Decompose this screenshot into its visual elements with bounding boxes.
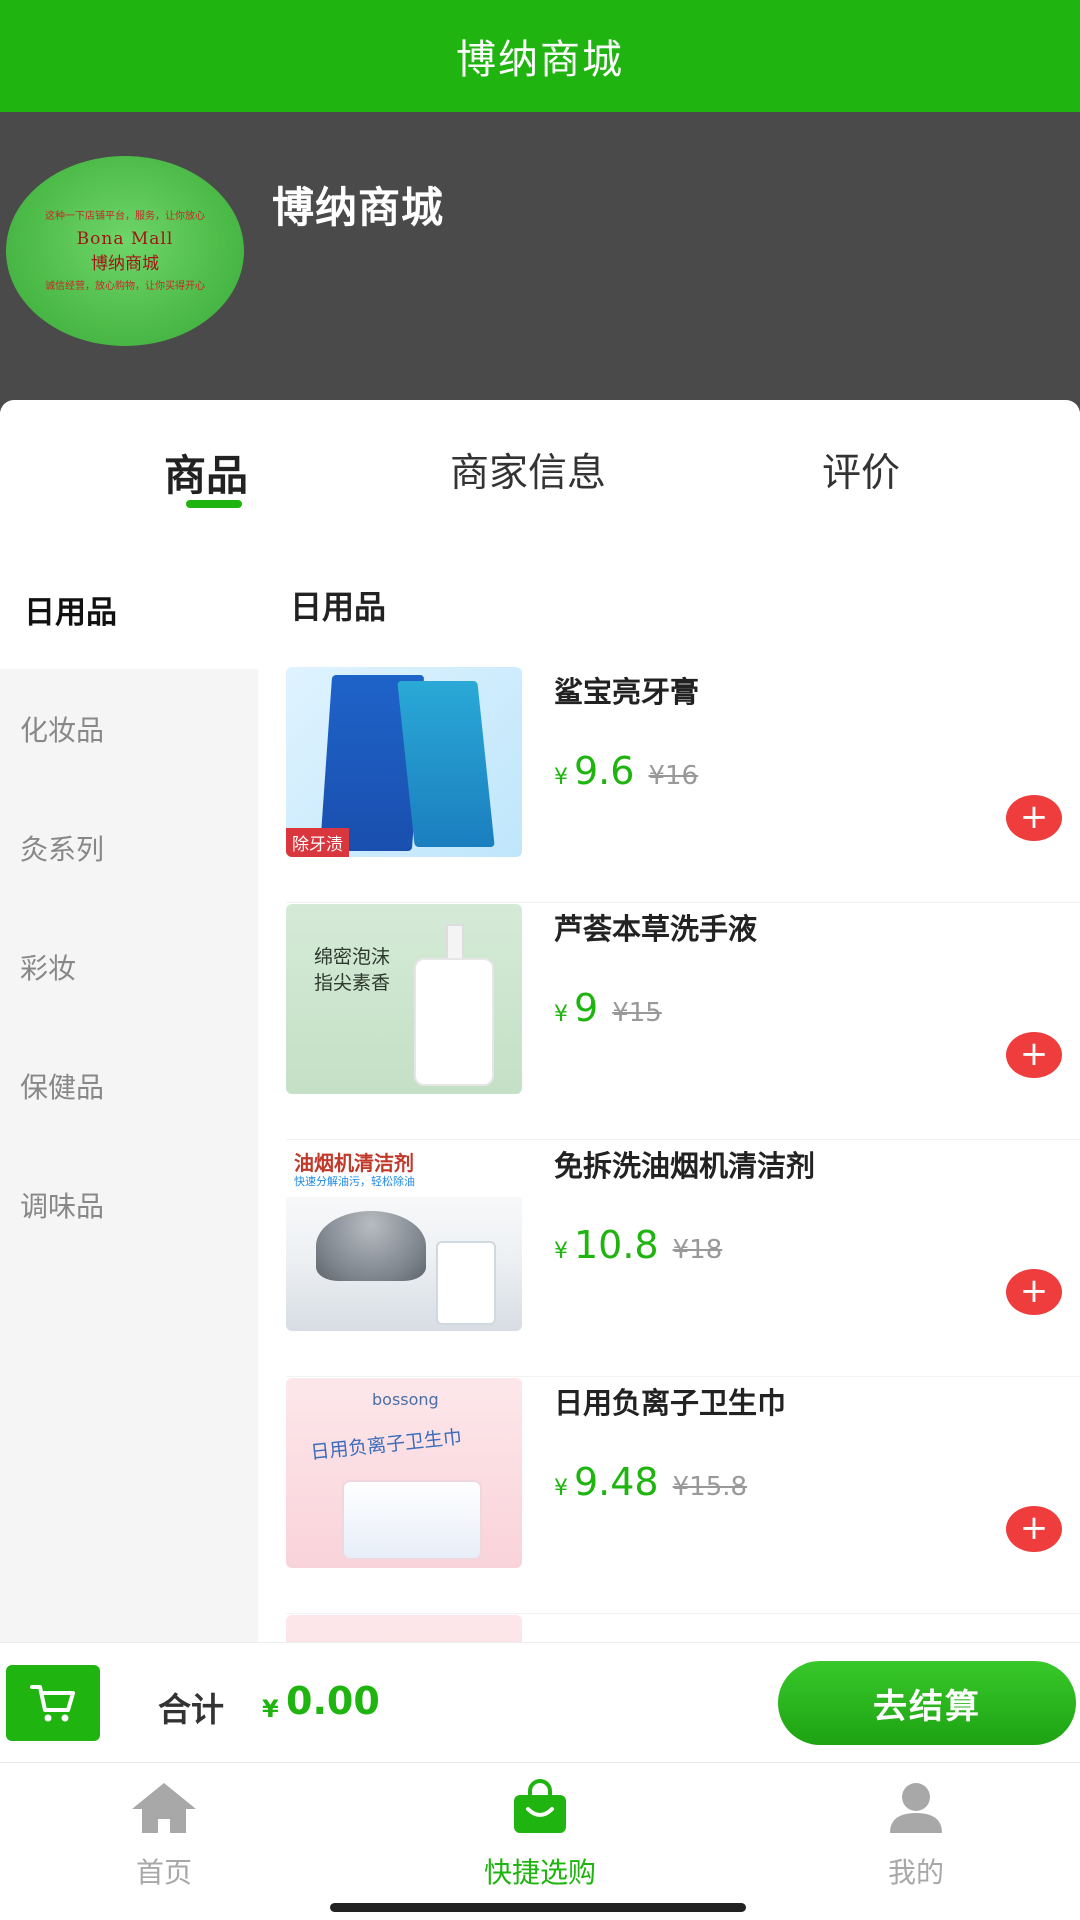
product-image-sanitary-pad[interactable]: bossong 日用负离子卫生巾 [286,1378,522,1568]
product-name[interactable]: 芦荟本草洗手液 [554,906,757,948]
home-indicator[interactable] [330,1903,746,1912]
user-icon [878,1779,954,1835]
store-logo: 这种一下店铺平台，服务，让你放心 Bona Mall 博纳商城 诚信经营，放心购… [6,156,244,346]
original-price: ¥18 [672,1235,723,1265]
original-price: ¥15.8 [672,1472,748,1502]
add-to-cart-button[interactable]: + [1006,1506,1062,1552]
original-price: ¥15 [612,998,662,1028]
logo-top-line: 这种一下店铺平台，服务，让你放心 [45,210,205,222]
product-image-hood-cleaner[interactable]: 油烟机清洁剂 快速分解油污，轻松除油 [286,1141,522,1331]
image-caption: 绵密泡沫 指尖素香 [314,944,390,996]
total-currency-symbol: ¥ [262,1695,279,1723]
tab-reviews[interactable]: 评价 [822,442,900,498]
checkout-bar: 合计 ¥ 0.00 去结算 [0,1642,1080,1762]
product-image-handwash[interactable]: 绵密泡沫 指尖素香 [286,904,522,1094]
store-content: 商品 商家信息 评价 日用品 化妆品 灸系列 彩妆 保健品 调味品 日用品 除牙… [0,400,1080,1642]
shopping-bag-icon [502,1779,578,1835]
store-name: 博纳商城 [272,183,445,232]
checkout-button[interactable]: 去结算 [778,1661,1076,1745]
image-brand: bossong [372,1390,439,1409]
nav-quick-buy[interactable]: 快捷选购 [440,1779,640,1891]
logo-text-en: Bona Mall [76,228,174,249]
bottle-pump-shape [446,924,464,960]
nav-home[interactable]: 首页 [64,1779,264,1891]
category-item-moxibustion[interactable]: 灸系列 [0,788,258,907]
currency-symbol: ¥ [554,1476,568,1501]
add-to-cart-button[interactable]: + [1006,1032,1062,1078]
product-price: 9.48 [574,1460,659,1504]
app-title: 博纳商城 [456,37,624,83]
logo-bottom-line: 诚信经营，放心购物，让你买得开心 [45,280,205,292]
app-title-bar: 博纳商城 [0,0,1080,112]
product-name[interactable]: 日用负离子卫生巾 [554,1380,786,1422]
price-row: ¥ 9.48 ¥15.8 [554,1460,747,1504]
image-tag: 除牙渍 [286,828,349,857]
home-icon [126,1779,202,1835]
currency-symbol: ¥ [554,1239,568,1264]
image-title: 油烟机清洁剂 [294,1151,414,1175]
product-list: 日用品 除牙渍 鲨宝亮牙膏 ¥ 9.6 ¥16 + 绵密泡沫 指尖素香 芦荟本草… [258,550,1080,1642]
cart-icon [30,1685,75,1722]
tab-active-indicator [186,500,242,508]
product-price: 9 [574,986,599,1030]
category-item-makeup[interactable]: 彩妆 [0,907,258,1026]
tab-products[interactable]: 商品 [164,442,248,503]
image-script: 日用负离子卫生巾 [309,1426,463,1464]
add-to-cart-button[interactable]: + [1006,795,1062,841]
product-name[interactable]: 免拆洗油烟机清洁剂 [554,1143,815,1185]
nav-mine[interactable]: 我的 [816,1779,1016,1891]
product-name[interactable]: 鲨宝亮牙膏 [554,669,699,711]
category-item-health[interactable]: 保健品 [0,1026,258,1145]
category-sidebar: 日用品 化妆品 灸系列 彩妆 保健品 调味品 [0,550,258,1642]
nav-quick-buy-label: 快捷选购 [483,1856,596,1889]
total-label: 合计 [158,1690,224,1729]
product-item[interactable]: bossong 日用负离子卫生巾 日用负离子卫生巾 ¥ 9.48 ¥15.8 + [286,1378,1080,1614]
product-price: 10.8 [574,1223,659,1267]
cart-button[interactable] [6,1665,100,1741]
logo-text-cn: 博纳商城 [91,253,159,274]
currency-symbol: ¥ [554,1002,568,1027]
add-to-cart-button[interactable]: + [1006,1269,1062,1315]
bottom-navigation: 首页 快捷选购 我的 [0,1762,1080,1920]
image-caption-line: 绵密泡沫 [314,946,391,968]
store-banner: 这种一下店铺平台，服务，让你放心 Bona Mall 博纳商城 诚信经营，放心购… [0,112,1080,412]
total-amount: 0.00 [286,1679,380,1723]
category-item-seasoning[interactable]: 调味品 [0,1145,258,1264]
toothpaste-tube-shape [397,681,495,847]
tab-bar: 商品 商家信息 评价 [0,400,1080,530]
nav-home-label: 首页 [135,1856,192,1889]
price-row: ¥ 10.8 ¥18 [554,1223,722,1267]
product-image-partial [286,1615,522,1642]
product-item[interactable]: 油烟机清洁剂 快速分解油污，轻松除油 免拆洗油烟机清洁剂 ¥ 10.8 ¥18 … [286,1141,1080,1377]
package-shape [342,1480,482,1560]
bottle-shape [414,958,494,1086]
tab-merchant-info[interactable]: 商家信息 [450,442,606,498]
price-row: ¥ 9.6 ¥16 [554,749,698,793]
product-item[interactable]: 绵密泡沫 指尖素香 芦荟本草洗手液 ¥ 9 ¥15 + [286,904,1080,1140]
currency-symbol: ¥ [554,765,568,790]
image-subtitle: 快速分解油污，轻松除油 [294,1175,415,1188]
product-item[interactable]: 除牙渍 鲨宝亮牙膏 ¥ 9.6 ¥16 + [286,667,1080,903]
category-item-cosmetics[interactable]: 化妆品 [0,669,258,788]
spray-bottle-shape [436,1241,496,1325]
image-caption-line: 指尖素香 [314,972,391,994]
product-image-toothpaste[interactable]: 除牙渍 [286,667,522,857]
section-title: 日用品 [290,588,387,626]
category-item-daily[interactable]: 日用品 [0,550,258,669]
price-row: ¥ 9 ¥15 [554,986,662,1030]
product-price: 9.6 [574,749,635,793]
product-item-partial[interactable] [286,1615,1080,1642]
original-price: ¥16 [648,761,699,791]
range-hood-shape [316,1211,426,1281]
nav-mine-label: 我的 [887,1856,944,1889]
